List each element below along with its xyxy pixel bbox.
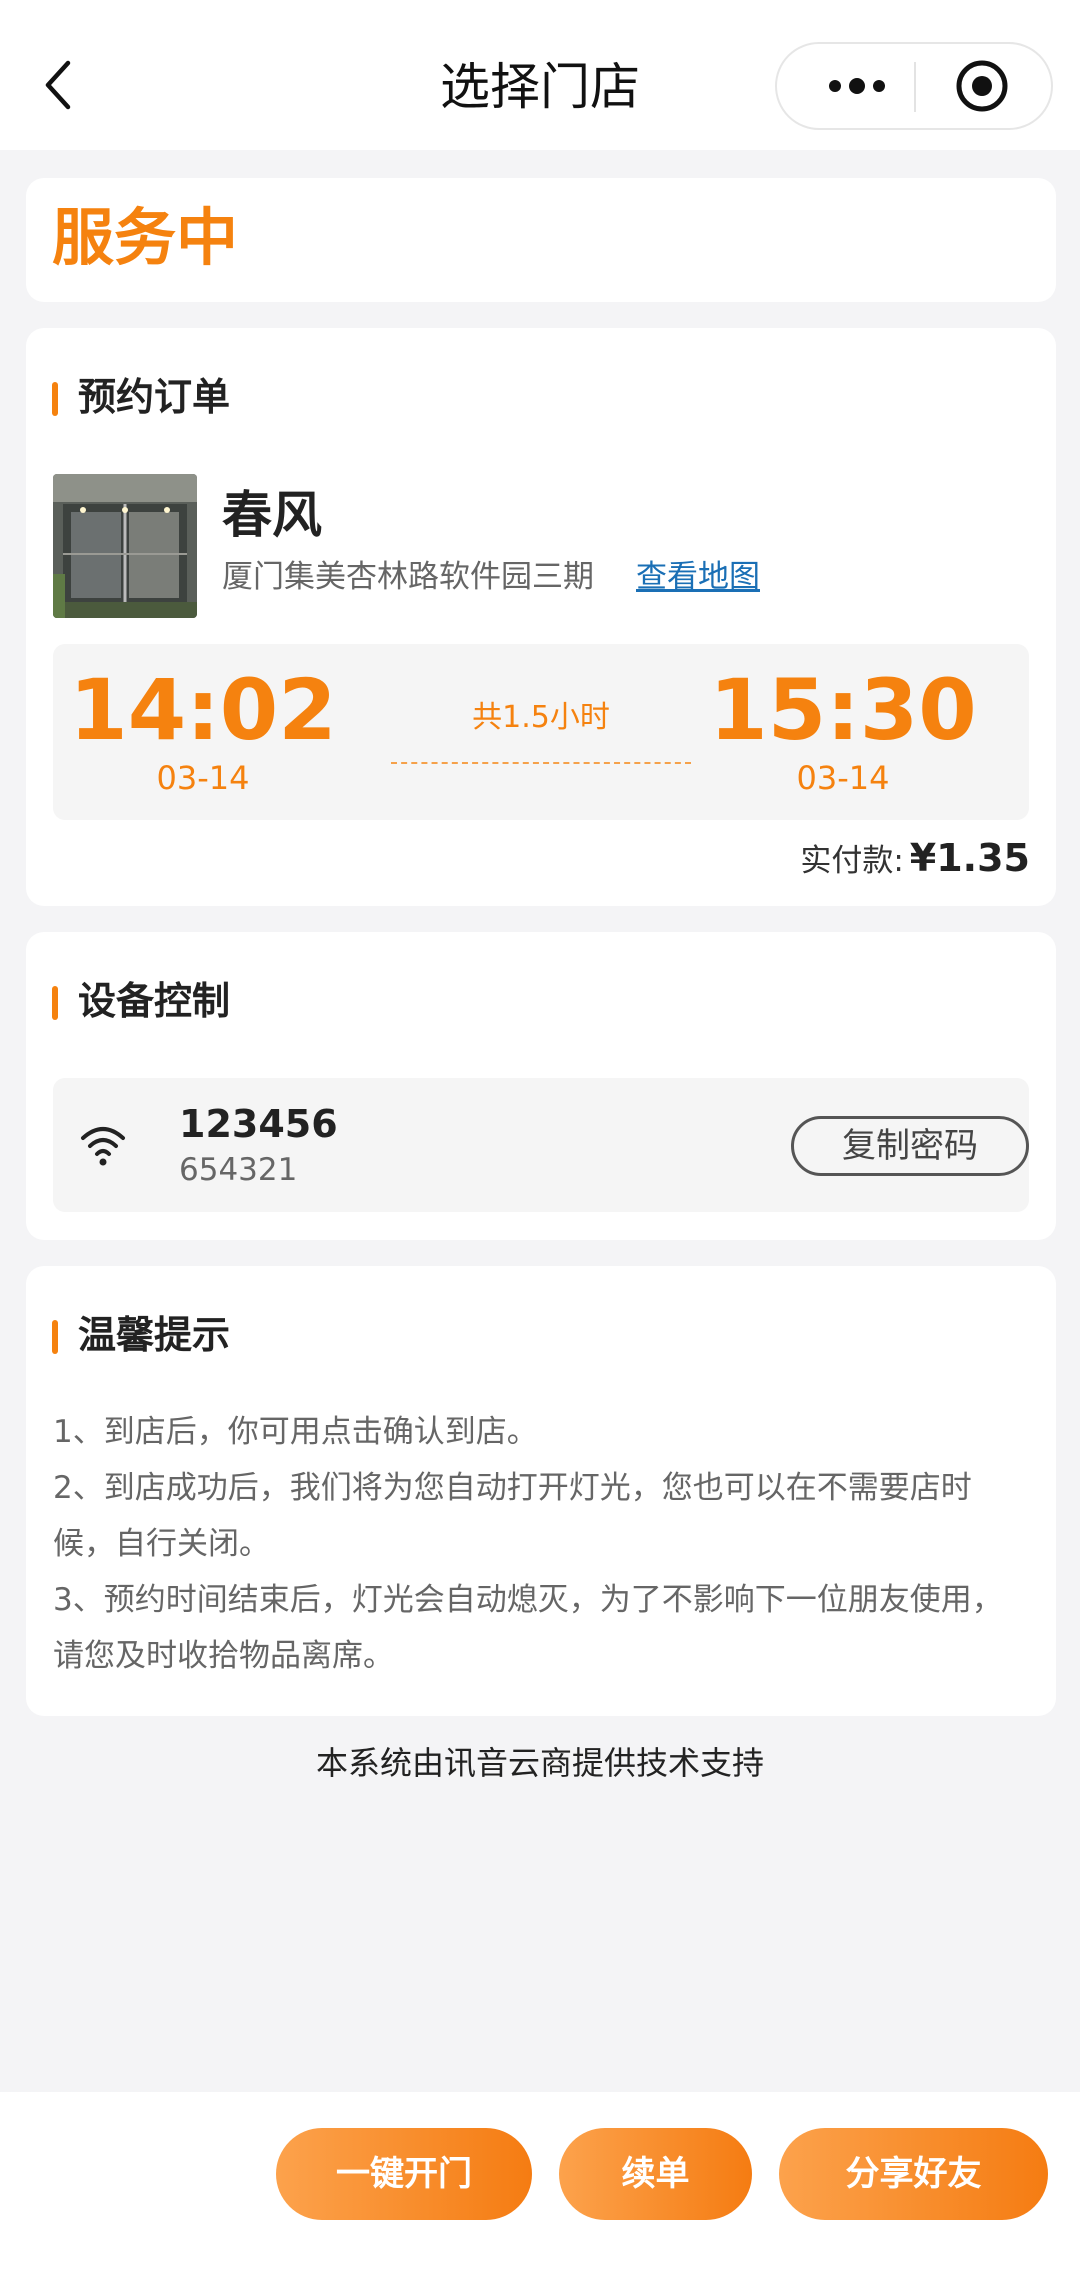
view-map-link[interactable]: 查看地图 — [636, 554, 760, 600]
paid-amount: ¥1.35 — [909, 836, 1030, 880]
tip-item: 3、预约时间结束后，灯光会自动熄灭，为了不影响下一位朋友使用，请您及时收拾物品离… — [53, 1582, 1003, 1674]
tips-section-title: 温馨提示 — [52, 1310, 230, 1360]
duration-divider — [391, 762, 691, 764]
copy-password-button[interactable]: 复制密码 — [791, 1116, 1029, 1176]
device-card: 设备控制 123456 654321 复制密码 — [26, 932, 1056, 1240]
close-program-button[interactable] — [927, 44, 1037, 128]
order-card: 预约订单 春风 厦门集美杏林路软件园三期 查看地图 14:02 03-14 共1… — [26, 328, 1056, 906]
store-image — [53, 474, 197, 618]
status-card: 服务中 — [26, 178, 1056, 302]
store-name: 春风 — [222, 486, 322, 544]
renew-button[interactable]: 续单 — [559, 2128, 752, 2220]
share-button[interactable]: 分享好友 — [779, 2128, 1048, 2220]
footer-note: 本系统由讯音云商提供技术支持 — [315, 1744, 764, 1782]
time-range-box: 14:02 03-14 共1.5小时 15:30 03-14 — [53, 644, 1029, 820]
paid-label: 实付款: — [800, 843, 904, 879]
bottom-action-bar: 一键开门 续单 分享好友 — [0, 2092, 1080, 2286]
tips-list: 1、到店后，你可用点击确认到店。 2、到店成功后，我们将为您自动打开灯光，您也可… — [53, 1404, 1033, 1684]
start-date: 03-14 — [156, 759, 250, 797]
store-address: 厦门集美杏林路软件园三期 — [222, 559, 594, 595]
paid-amount-row: 实付款: ¥1.35 — [800, 833, 1030, 886]
target-icon — [956, 60, 1008, 112]
wifi-password: 654321 — [179, 1152, 298, 1188]
wifi-box: 123456 654321 复制密码 — [53, 1078, 1029, 1212]
tip-item: 1、到店后，你可用点击确认到店。 — [53, 1414, 538, 1450]
tip-item: 2、到店成功后，我们将为您自动打开灯光，您也可以在不需要店时候，自行关闭。 — [53, 1470, 972, 1562]
more-dots-icon — [829, 78, 885, 94]
end-date: 03-14 — [796, 759, 890, 797]
more-button[interactable] — [807, 44, 907, 128]
tips-card: 温馨提示 1、到店后，你可用点击确认到店。 2、到店成功后，我们将为您自动打开灯… — [26, 1266, 1056, 1716]
capsule-divider — [914, 62, 916, 112]
duration-label: 共1.5小时 — [472, 700, 610, 735]
open-door-button[interactable]: 一键开门 — [276, 2128, 532, 2220]
wifi-name: 123456 — [179, 1102, 338, 1146]
end-time: 15:30 — [709, 661, 977, 759]
device-section-title: 设备控制 — [52, 976, 230, 1026]
mini-program-capsule — [775, 42, 1053, 130]
status-text: 服务中 — [52, 201, 239, 274]
order-section-title: 预约订单 — [52, 372, 230, 422]
wifi-icon — [81, 1127, 125, 1166]
nav-bar: 选择门店 — [0, 0, 1080, 150]
start-time: 14:02 — [69, 661, 337, 759]
